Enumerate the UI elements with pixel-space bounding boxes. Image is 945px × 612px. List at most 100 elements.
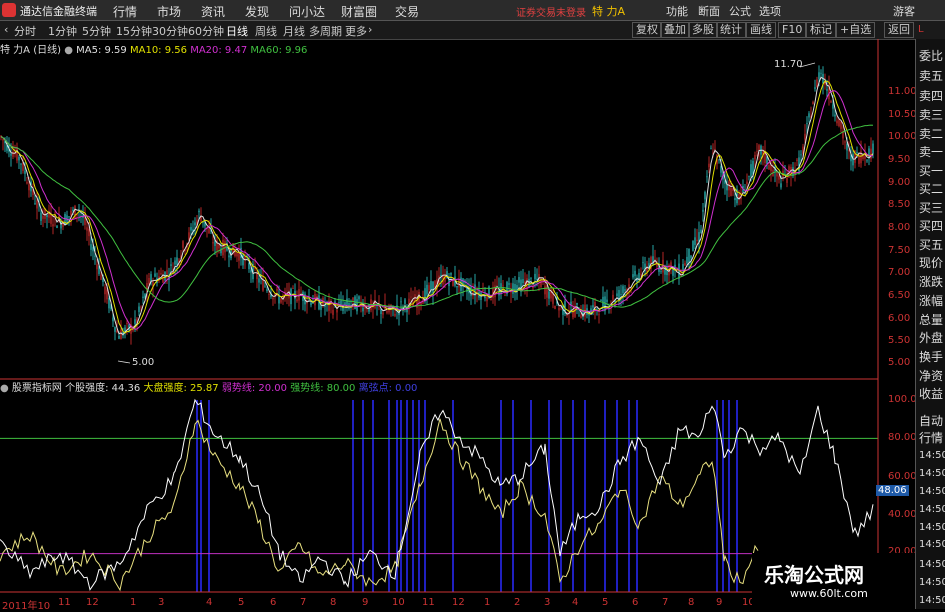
- date-label: 3: [158, 597, 165, 608]
- ind-settings-icon[interactable]: ●: [0, 383, 9, 394]
- quote-side-panel[interactable]: L 委比 卖五 卖四 卖三 卖二 卖一 买一 买二 买三 买四 买五 现价 涨跌 涨幅 总量 外盘 换手 净资 收益…: [915, 24, 945, 609]
- candle-body: [10, 153, 12, 156]
- menu-function[interactable]: 功能: [666, 3, 688, 19]
- menu-item-wealth[interactable]: 财富圈: [341, 3, 377, 20]
- candle-body: [400, 301, 402, 303]
- menu-options[interactable]: 选项: [759, 3, 781, 19]
- price-tick: 10.50: [888, 109, 917, 120]
- ind-weak-line: 弱势线: 20.00: [221, 383, 288, 394]
- period-1min[interactable]: 1分钟: [48, 23, 77, 39]
- candle-body: [140, 306, 142, 308]
- indicator-tick: 80.00: [888, 432, 917, 443]
- period-multi[interactable]: 多周期: [309, 23, 342, 39]
- period-60min[interactable]: 60分钟: [188, 23, 224, 39]
- signal-bar: [572, 400, 574, 592]
- date-label: 2: [514, 597, 521, 608]
- candle-body: [386, 310, 388, 313]
- signal-bar: [560, 400, 562, 592]
- side-panel-label: 净资: [919, 369, 944, 383]
- indicator-tick: 60.00: [888, 471, 917, 482]
- candle-body: [154, 273, 156, 277]
- mark-button[interactable]: 标记: [806, 22, 836, 38]
- menu-guest[interactable]: 游客: [893, 3, 915, 19]
- candle-body: [558, 307, 560, 311]
- candle-body: [104, 286, 106, 295]
- menu-item-market[interactable]: 市场: [157, 3, 181, 20]
- period-30min[interactable]: 30分钟: [152, 23, 188, 39]
- period-daily[interactable]: 日线: [226, 23, 248, 39]
- candle-body: [358, 296, 360, 300]
- ind-market-strength: 大盘强度: 25.87: [143, 383, 219, 394]
- add-watchlist-button[interactable]: +自选: [836, 22, 876, 38]
- prev-arrow-icon[interactable]: ‹: [4, 23, 8, 36]
- menu-formula[interactable]: 公式: [729, 3, 751, 19]
- indicator-chart: [0, 398, 878, 592]
- multi-stock-button[interactable]: 多股: [688, 22, 718, 38]
- candle-body: [458, 278, 460, 288]
- date-label: 9: [362, 597, 369, 608]
- menu-section[interactable]: 断面: [698, 3, 720, 19]
- candle-body: [694, 237, 696, 245]
- candle-body: [718, 159, 720, 161]
- candle-body: [42, 215, 44, 219]
- period-monthly[interactable]: 月线: [283, 23, 305, 39]
- low-annotation: 5.00: [132, 357, 155, 368]
- chart-canvas[interactable]: [0, 39, 915, 609]
- price-tick: 8.50: [888, 199, 911, 210]
- candle-body: [510, 291, 512, 293]
- period-more[interactable]: 更多: [345, 23, 367, 39]
- period-tick[interactable]: 分时: [14, 23, 36, 39]
- period-toolbar: ‹ 分时 1分钟 5分钟 15分钟 30分钟 60分钟 日线 周线 月线 多周期…: [0, 21, 945, 40]
- menu-item-ask[interactable]: 问小达: [289, 3, 325, 20]
- candle-body: [868, 148, 870, 159]
- watermark: 乐淘公式网 www.60lt.com: [752, 553, 915, 609]
- more-arrow-icon[interactable]: ›: [368, 23, 372, 36]
- candle-body: [138, 306, 140, 313]
- signal-bar: [548, 400, 550, 592]
- candle-body: [702, 209, 704, 212]
- candle-body: [112, 317, 114, 322]
- candle-body: [832, 104, 834, 109]
- side-panel-label: 卖二: [919, 127, 944, 141]
- adjust-button[interactable]: 复权: [632, 22, 662, 38]
- stats-button[interactable]: 统计: [716, 22, 746, 38]
- menu-item-quotes[interactable]: 行情: [113, 3, 137, 20]
- login-status[interactable]: 证券交易未登录: [516, 4, 586, 19]
- candle-body: [818, 72, 820, 80]
- price-chart: [0, 62, 874, 364]
- candle-body: [800, 154, 802, 156]
- period-weekly[interactable]: 周线: [255, 23, 277, 39]
- period-5min[interactable]: 5分钟: [82, 23, 111, 39]
- side-panel-label: 14:50: [919, 468, 945, 479]
- candle-body: [92, 247, 94, 252]
- candle-body: [2, 139, 4, 141]
- candle-body: [826, 89, 828, 91]
- candle-body: [692, 240, 694, 251]
- back-button[interactable]: 返回: [884, 22, 914, 38]
- candle-body: [88, 229, 90, 237]
- menu-item-discover[interactable]: 发现: [245, 3, 269, 20]
- menu-item-trade[interactable]: 交易: [395, 3, 419, 20]
- candle-body: [68, 216, 70, 218]
- f10-button[interactable]: F10: [778, 22, 807, 38]
- candle-body: [18, 156, 20, 161]
- menu-item-news[interactable]: 资讯: [201, 3, 225, 20]
- date-label: 5: [602, 597, 609, 608]
- price-tick: 5.50: [888, 335, 911, 346]
- panel-tab-l[interactable]: L: [918, 24, 924, 35]
- overlay-button[interactable]: 叠加: [660, 22, 690, 38]
- candle-body: [194, 222, 196, 226]
- candle-body: [404, 299, 406, 304]
- candle-body: [746, 181, 748, 185]
- period-15min[interactable]: 15分钟: [116, 23, 152, 39]
- candle-body: [52, 224, 54, 227]
- candle-body: [806, 122, 808, 124]
- candle-body: [120, 329, 122, 340]
- candle-body: [176, 257, 178, 265]
- low-pointer: [117, 360, 131, 364]
- draw-button[interactable]: 画线: [746, 22, 776, 38]
- candle-body: [250, 270, 252, 273]
- candle-body: [116, 330, 118, 333]
- candle-body: [624, 289, 626, 291]
- signal-bar: [636, 400, 638, 592]
